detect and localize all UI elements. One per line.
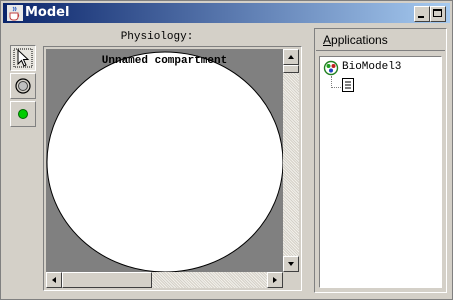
java-cup-icon — [7, 5, 23, 21]
select-tool-button[interactable] — [10, 45, 36, 71]
arrow-up-icon — [288, 55, 294, 59]
green-dot-icon — [18, 109, 28, 119]
title-bar[interactable]: Model — [3, 3, 450, 23]
minimize-icon — [418, 16, 424, 18]
applications-panel: Applications BioModel3 — [314, 28, 447, 293]
scroll-right-button[interactable] — [267, 272, 283, 288]
applications-title: Applications — [323, 33, 388, 47]
biomodel-icon[interactable] — [323, 60, 339, 76]
model-window: Model Physiology: Unnamed compartment Ap… — [0, 0, 453, 300]
arrow-down-icon — [288, 262, 294, 266]
applications-tree[interactable]: BioModel3 — [319, 56, 442, 288]
minimize-button[interactable] — [414, 6, 430, 22]
drawing-toolbar — [7, 43, 39, 129]
maximize-icon — [433, 9, 442, 17]
scroll-up-button[interactable] — [283, 49, 299, 65]
vertical-scroll-thumb[interactable] — [283, 65, 299, 73]
arrow-left-icon — [52, 277, 56, 283]
scroll-down-button[interactable] — [283, 256, 299, 272]
compartment-name[interactable]: Unnamed compartment — [46, 55, 283, 67]
compartment-circle-icon — [15, 78, 31, 94]
horizontal-scroll-thumb[interactable] — [62, 272, 152, 288]
arrow-pointer-icon — [13, 48, 33, 68]
vertical-scrollbar[interactable] — [283, 49, 299, 272]
compartment-tool-button[interactable] — [10, 73, 36, 99]
physiology-label: Physiology: — [120, 31, 194, 43]
scroll-left-button[interactable] — [46, 272, 62, 288]
document-icon[interactable] — [341, 77, 355, 93]
tree-root-label[interactable]: BioModel3 — [342, 60, 401, 74]
horizontal-scrollbar[interactable] — [46, 272, 283, 288]
arrow-right-icon — [273, 277, 277, 283]
scroll-corner — [283, 272, 299, 288]
maximize-button[interactable] — [430, 6, 446, 22]
applications-header[interactable]: Applications — [316, 30, 445, 51]
compartment-shape[interactable] — [46, 51, 283, 272]
window-title: Model — [25, 5, 70, 20]
diagram-scroll-pane: Unnamed compartment — [43, 46, 302, 291]
diagram-canvas[interactable]: Unnamed compartment — [46, 49, 283, 272]
tree-connector-horizontal — [331, 87, 341, 89]
species-tool-button[interactable] — [10, 101, 36, 127]
